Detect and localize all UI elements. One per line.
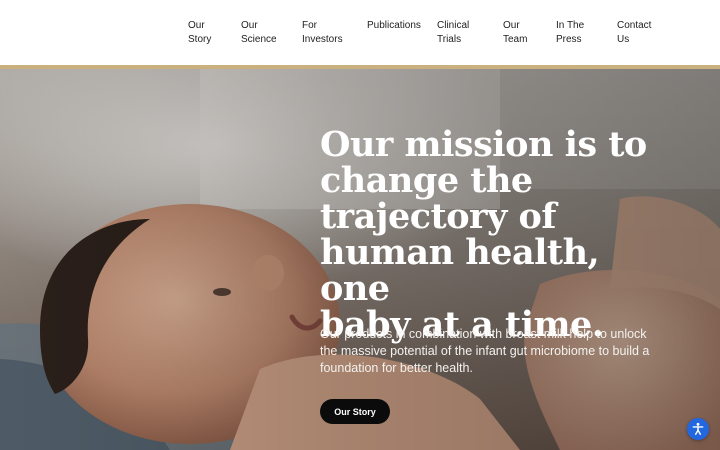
nav-item-for-investors[interactable]: For Investors <box>302 19 343 47</box>
hero-subtext: Our products in combination with breast … <box>320 326 650 377</box>
hero-section: Our mission is to change the trajectory … <box>0 69 720 450</box>
headline-line: trajectory of <box>320 196 556 237</box>
nav-item-our-science[interactable]: Our Science <box>241 19 277 47</box>
our-story-button[interactable]: Our Story <box>320 399 390 424</box>
nav-label-line2: Science <box>241 34 277 45</box>
nav-label-line2: Trials <box>437 34 462 45</box>
nav-label-line2: Team <box>503 34 528 45</box>
nav-label-line1: Contact <box>617 20 652 31</box>
nav-label-line1: Our <box>241 20 258 31</box>
nav-label-line2: Press <box>556 34 582 45</box>
nav-label-line1: Clinical <box>437 20 470 31</box>
hero-headline: Our mission is to change the trajectory … <box>320 127 680 343</box>
nav-label-line2: Story <box>188 34 212 45</box>
nav-label-line2: Us <box>617 34 630 45</box>
site-header: Our Story Our Science For Investors Publ… <box>0 0 720 65</box>
nav-item-contact-us[interactable]: Contact Us <box>617 19 651 47</box>
nav-label-line1: Our <box>188 20 205 31</box>
nav-item-clinical-trials[interactable]: Clinical Trials <box>437 19 469 47</box>
subtext-line: the massive potential of the infant gut … <box>320 344 650 358</box>
nav-label-line1: Our <box>503 20 520 31</box>
subtext-line: Our products in combination with breast … <box>320 327 647 341</box>
nav-label-line1: In The <box>556 20 585 31</box>
accessibility-icon <box>692 422 704 435</box>
nav-label-line2: Investors <box>302 34 343 45</box>
subtext-line: foundation for better health. <box>320 361 473 375</box>
accessibility-button[interactable] <box>687 418 709 440</box>
nav-item-our-team[interactable]: Our Team <box>503 19 527 47</box>
nav-label-line1: For <box>302 20 317 31</box>
nav-item-in-the-press[interactable]: In The Press <box>556 19 584 47</box>
nav-item-publications[interactable]: Publications <box>367 19 421 33</box>
headline-line: Our mission is to <box>320 124 647 165</box>
nav-label-line1: Publications <box>367 20 421 31</box>
nav-item-our-story[interactable]: Our Story <box>188 19 211 47</box>
headline-line: change the <box>320 160 533 201</box>
headline-line: human health, one <box>320 232 600 309</box>
